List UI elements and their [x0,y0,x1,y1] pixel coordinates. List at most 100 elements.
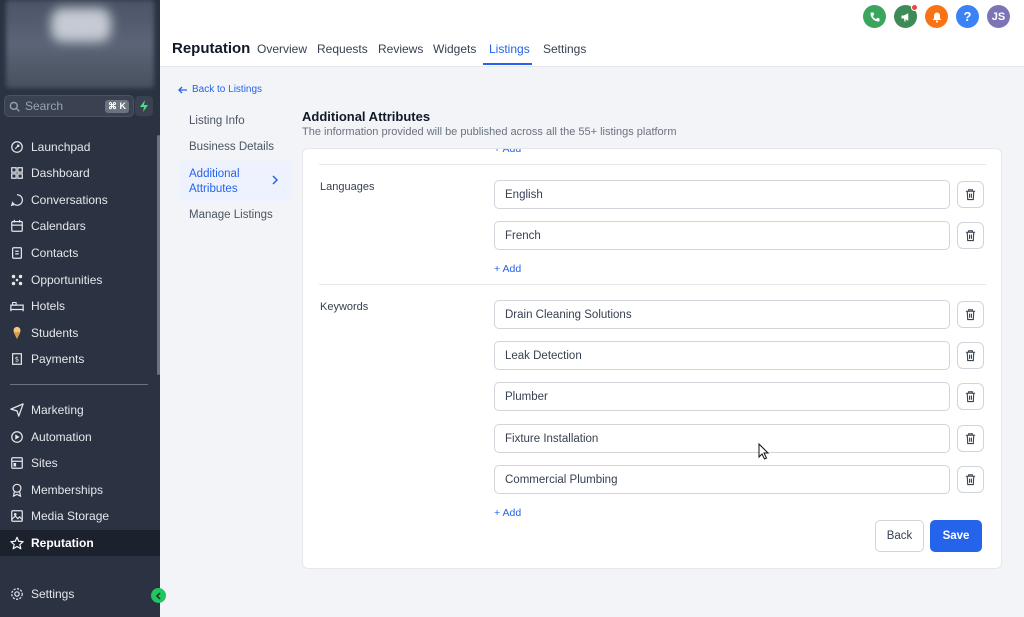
trash-icon [965,474,976,486]
subnav-business-details[interactable]: Business Details [189,140,274,155]
top-bar: Reputation Overview Requests Reviews Wid… [160,0,1024,67]
back-to-listings-link[interactable]: Back to Listings [178,84,262,95]
sidebar-item-calendars[interactable]: Calendars [0,213,160,239]
sidebar-item-label: Sites [31,456,58,470]
tab-overview[interactable]: Overview [257,42,307,56]
subnav-additional-attributes-label: Additional Attributes [189,168,240,195]
save-button[interactable]: Save [930,520,982,552]
delete-keyword-button[interactable] [957,425,984,452]
opportunities-icon [11,274,23,286]
back-link-label: Back to Listings [192,84,263,95]
add-keyword-button[interactable]: + Add [494,507,521,519]
help-icon: ? [963,9,972,24]
subnav-manage-listings[interactable]: Manage Listings [189,208,273,223]
sidebar: Search ⌘ K Launchpad Dashboard Conversat… [0,0,160,617]
add-language-button[interactable]: + Add [494,263,521,275]
tab-listings[interactable]: Listings [489,42,530,56]
section-subtitle: The information provided will be publish… [302,126,677,138]
sidebar-item-payments[interactable]: $ Payments [0,346,160,372]
sidebar-item-hotels[interactable]: Hotels [0,293,160,319]
star-icon [10,536,24,550]
sidebar-item-dashboard[interactable]: Dashboard [0,160,160,186]
keyword-field[interactable] [494,424,950,453]
languages-label: Languages [320,181,375,193]
ice-cream-icon [13,326,21,340]
trash-icon [965,350,976,362]
sidebar-item-label: Memberships [31,483,104,497]
sidebar-item-media-storage[interactable]: Media Storage [0,503,160,529]
trash-icon [965,433,976,445]
sidebar-item-automation[interactable]: Automation [0,424,160,450]
attributes-card: + Add Languages + Add Keywords + Add Bac… [302,148,1002,569]
sidebar-item-label: Conversations [31,193,108,207]
sidebar-item-conversations[interactable]: Conversations [0,187,160,213]
sidebar-item-label: Calendars [31,219,86,233]
bed-icon [10,301,24,312]
language-field[interactable] [494,221,950,250]
section-title: Additional Attributes [302,109,431,124]
chevron-left-icon [155,591,161,600]
divider [319,164,986,165]
ai-spark-button[interactable] [135,96,153,116]
phone-icon [870,12,879,21]
sidebar-item-label: Dashboard [31,166,90,180]
keyword-field[interactable] [494,341,950,370]
sidebar-item-label: Opportunities [31,273,103,287]
sidebar-item-contacts[interactable]: Contacts [0,240,160,266]
back-button[interactable]: Back [875,520,924,552]
svg-text:$: $ [15,356,19,364]
tab-widgets[interactable]: Widgets [433,42,476,56]
spark-icon [140,100,148,112]
sidebar-item-label: Reputation [31,536,94,550]
megaphone-icon [901,12,908,22]
sites-icon [11,457,23,469]
trash-icon [965,391,976,403]
sidebar-item-opportunities[interactable]: Opportunities [0,267,160,293]
notifications-button[interactable] [925,5,948,28]
chat-icon [10,194,23,207]
sidebar-item-settings[interactable]: Settings [0,581,160,607]
keyword-field[interactable] [494,465,950,494]
add-previous-button[interactable]: + Add [494,149,521,155]
sidebar-item-label: Settings [31,587,75,601]
tab-reviews[interactable]: Reviews [378,42,423,56]
tab-requests[interactable]: Requests [317,42,368,56]
language-field[interactable] [494,180,950,209]
delete-keyword-button[interactable] [957,466,984,493]
keyword-field[interactable] [494,382,950,411]
image-icon [11,510,23,522]
contacts-icon [12,247,22,259]
sidebar-item-label: Payments [31,352,85,366]
delete-language-button[interactable] [957,222,984,249]
sidebar-scrollbar[interactable] [157,135,160,375]
subnav-listing-info[interactable]: Listing Info [189,114,245,129]
sidebar-collapse-button[interactable] [151,588,166,603]
keyword-field[interactable] [494,300,950,329]
calendar-icon [11,219,23,232]
announcements-button[interactable] [894,4,918,28]
tab-settings[interactable]: Settings [543,42,586,56]
company-logo[interactable] [6,0,154,88]
help-button[interactable]: ? [956,5,979,28]
delete-keyword-button[interactable] [957,342,984,369]
sidebar-item-reputation[interactable]: Reputation [0,530,160,556]
delete-keyword-button[interactable] [957,301,984,328]
search-shortcut: ⌘ K [105,99,129,113]
sidebar-item-marketing[interactable]: Marketing [0,397,160,423]
sidebar-item-label: Hotels [31,299,66,313]
search-icon [9,101,20,112]
sidebar-item-launchpad[interactable]: Launchpad [0,134,160,160]
delete-keyword-button[interactable] [957,383,984,410]
dashboard-icon [11,167,23,179]
sidebar-item-students[interactable]: Students [0,320,160,346]
sidebar-item-memberships[interactable]: Memberships [0,477,160,503]
avatar[interactable]: JS [987,5,1010,28]
sidebar-item-label: Marketing [31,403,84,417]
phone-button[interactable] [863,5,886,28]
delete-language-button[interactable] [957,181,984,208]
search-input[interactable]: Search ⌘ K [4,95,134,117]
badge-icon [12,483,22,497]
sidebar-divider [10,384,148,385]
sidebar-item-label: Automation [31,430,92,444]
sidebar-item-sites[interactable]: Sites [0,450,160,476]
